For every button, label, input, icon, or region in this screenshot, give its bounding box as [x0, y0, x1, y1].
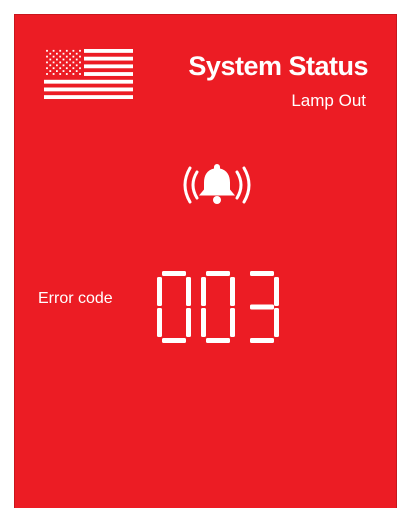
- ringing-bell-icon: [183, 164, 251, 204]
- page-title: System Status: [188, 51, 368, 81]
- us-flag-icon: [44, 49, 133, 99]
- error-code-digit: [201, 271, 235, 343]
- status-message: Lamp Out: [291, 91, 366, 110]
- status-screen: System Status Lamp Out Error code: [14, 14, 397, 508]
- error-code-digit: [250, 271, 279, 343]
- error-code-label: Error code: [38, 290, 113, 307]
- error-code-digit: [157, 271, 191, 343]
- error-code-display: [157, 271, 279, 343]
